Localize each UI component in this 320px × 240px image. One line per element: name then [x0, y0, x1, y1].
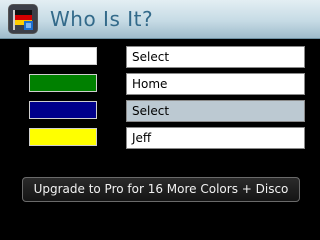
color-swatch-green	[29, 74, 97, 92]
choice-field-blue[interactable]: Select	[126, 100, 305, 122]
choice-field-yellow[interactable]: Jeff	[126, 127, 305, 149]
color-swatch-blue	[29, 101, 97, 119]
choice-field-green[interactable]: Home	[126, 73, 305, 95]
app-flag-icon	[9, 5, 37, 33]
title-bar: Who Is It?	[0, 0, 320, 39]
color-swatch-yellow	[29, 128, 97, 146]
color-swatch-white	[29, 47, 97, 65]
page-title: Who Is It?	[50, 7, 154, 31]
upgrade-button[interactable]: Upgrade to Pro for 16 More Colors + Disc…	[22, 177, 300, 202]
choice-field-white[interactable]: Select	[126, 46, 305, 68]
